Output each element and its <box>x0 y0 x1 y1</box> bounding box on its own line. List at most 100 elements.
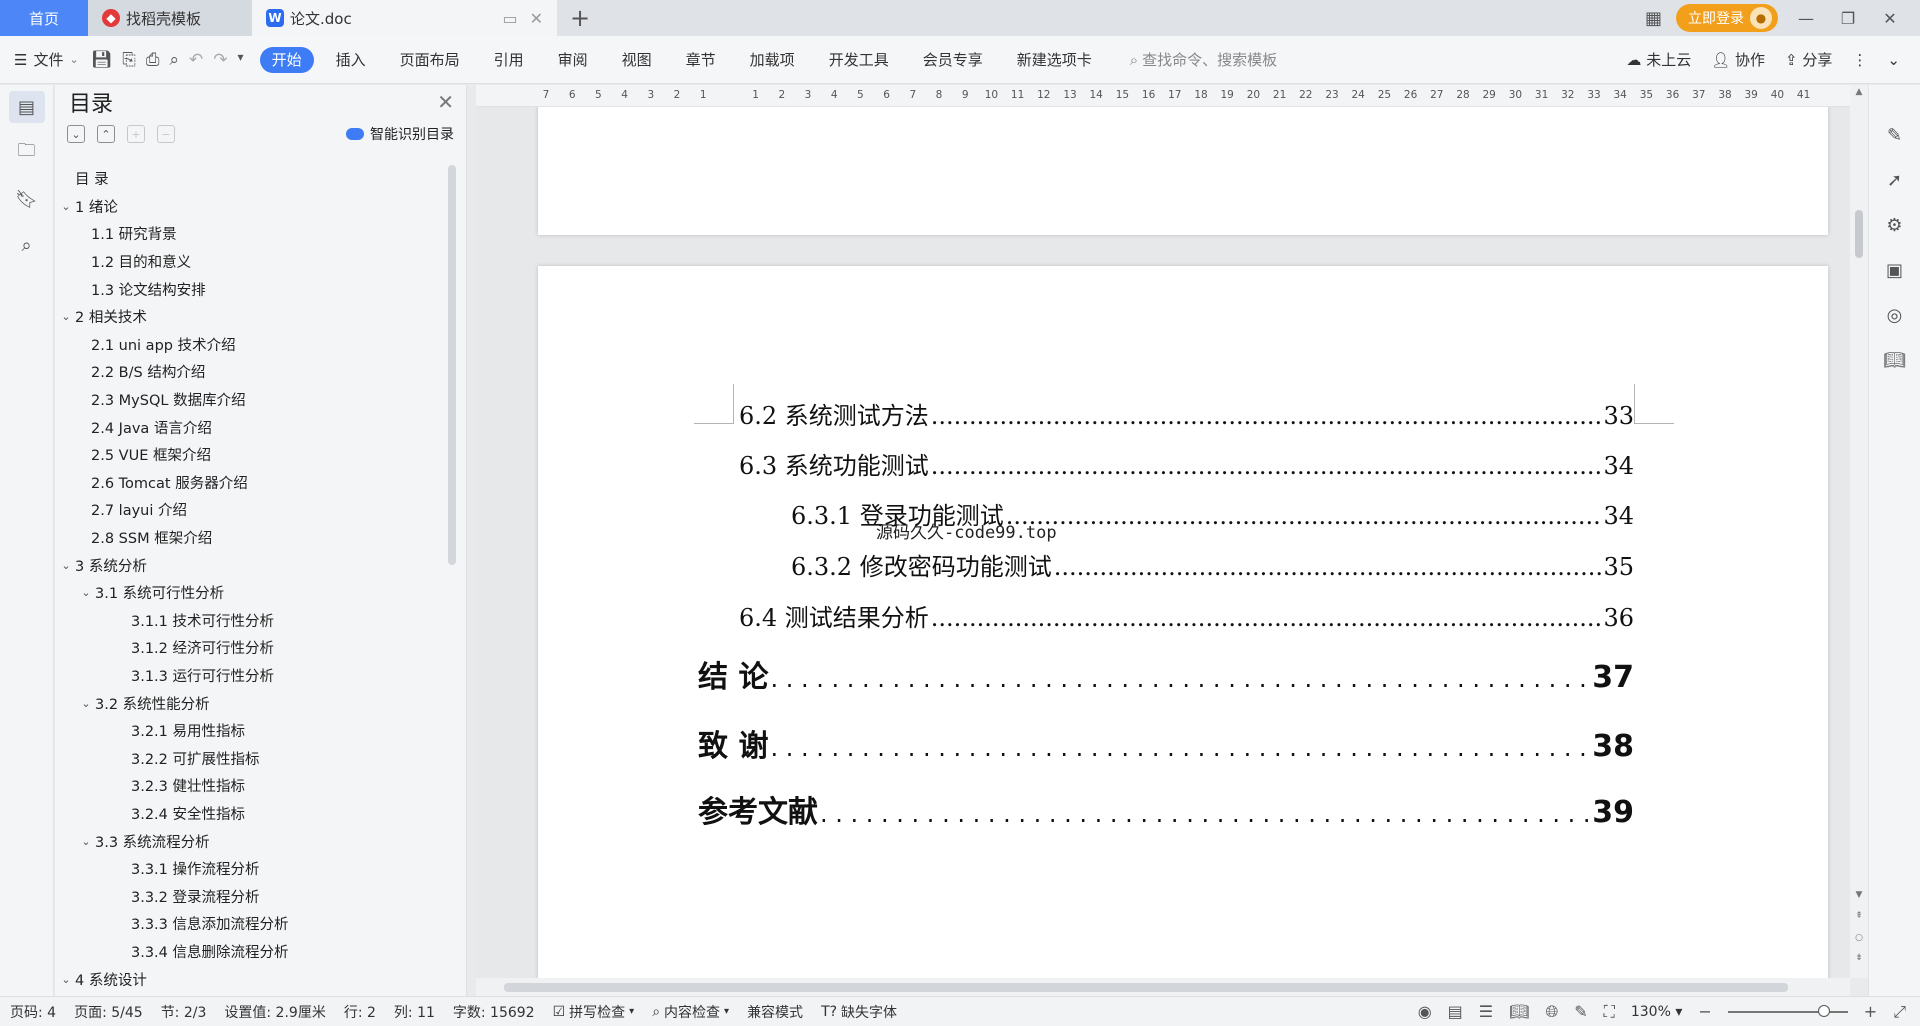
close-window-icon[interactable]: ✕ <box>1876 9 1904 28</box>
reading-view-icon[interactable]: 📖︎ <box>1509 1002 1529 1021</box>
toc-item[interactable]: ⌄ 3.1 系统可行性分析 <box>55 579 450 607</box>
toc-item[interactable]: ⌄ 4 系统设计 <box>55 965 450 993</box>
undo-icon[interactable]: ↶ <box>189 50 203 70</box>
toc-item[interactable]: 3.3.2 登录流程分析 <box>55 882 450 910</box>
toc-section-entry[interactable]: 6.3.1 登录功能测试 34 <box>791 496 1634 530</box>
expand-all-icon[interactable]: ⌄ <box>67 125 85 143</box>
toc-item[interactable]: ⌄ 3 系统分析 <box>55 551 450 579</box>
document-page-current[interactable]: 源码久久-code99.top 6.2 系统测试方法336.3 系统功能测试34… <box>538 266 1828 978</box>
zoom-out-icon[interactable]: − <box>1698 1002 1711 1021</box>
fit-page-icon[interactable]: ⛶ <box>1604 1002 1615 1022</box>
ribbon-tab[interactable]: 审阅 <box>546 47 600 73</box>
float-window-icon[interactable]: ▭ <box>502 9 517 28</box>
chevron-down-icon[interactable]: ⌄ <box>57 973 75 986</box>
toc-section-entry[interactable]: 6.3.2 修改密码功能测试 35 <box>791 547 1634 581</box>
new-tab-button[interactable]: + <box>557 0 603 36</box>
toc-item[interactable]: 3.1.1 技术可行性分析 <box>55 607 450 635</box>
content-check-button[interactable]: ⌕ 内容检查 ▾ <box>652 1002 729 1022</box>
restore-icon[interactable]: ❐ <box>1834 9 1862 28</box>
export-pdf-icon[interactable]: ⎘ <box>122 50 136 70</box>
toc-item[interactable]: 1.2 目的和意义 <box>55 248 450 276</box>
zoom-slider[interactable] <box>1727 1004 1848 1017</box>
file-menu[interactable]: ☰ 文件 ⌄ <box>14 49 79 70</box>
toc-scrollbar[interactable] <box>448 165 456 565</box>
search-icon[interactable]: ⌕ <box>9 229 45 261</box>
ribbon-tab[interactable]: 页面布局 <box>388 47 472 73</box>
compat-mode-label[interactable]: 兼容模式 <box>747 1002 803 1022</box>
ribbon-tab[interactable]: 视图 <box>610 47 664 73</box>
toc-item[interactable]: 1.3 论文结构安排 <box>55 275 450 303</box>
fullscreen-icon[interactable]: ⤢ <box>1893 1002 1906 1022</box>
bookmark-icon[interactable]: 🔖︎ <box>9 183 45 215</box>
toc-section-entry[interactable]: 6.3 系统功能测试 34 <box>739 446 1634 480</box>
more-options-icon[interactable]: ⋮ <box>1852 51 1867 69</box>
toc-item[interactable]: 3.2.4 安全性指标 <box>55 800 450 828</box>
outline-view-icon[interactable]: ☰ <box>1479 1002 1493 1021</box>
toc-item[interactable]: 3.3.1 操作流程分析 <box>55 855 450 883</box>
cloud-status-button[interactable]: ☁ 未上云 <box>1626 49 1691 70</box>
toc-item[interactable]: 2.4 Java 语言介绍 <box>55 413 450 441</box>
ribbon-tab[interactable]: 会员专享 <box>911 47 995 73</box>
chapter-nav-icon[interactable]: 🗀︎ <box>9 137 45 169</box>
toc-item[interactable]: 3.1.3 运行可行性分析 <box>55 662 450 690</box>
customize-toolbar-icon[interactable]: ▾ <box>238 50 244 70</box>
write-mode-icon[interactable]: ✎ <box>1574 1002 1587 1021</box>
collaborate-button[interactable]: 👤︎ 协作 <box>1711 49 1765 70</box>
missing-font-button[interactable]: T? 缺失字体 <box>821 1002 897 1022</box>
toc-panel-icon[interactable]: ▤ <box>8 91 45 123</box>
share-button[interactable]: ⇪ 分享 <box>1785 49 1832 70</box>
toc-section-entry[interactable]: 6.4 测试结果分析 36 <box>739 598 1634 632</box>
ribbon-tab[interactable]: 章节 <box>674 47 728 73</box>
pen-icon[interactable]: ✎ <box>1887 125 1902 146</box>
horizontal-ruler[interactable]: 7 6 5 4 3 2 1 1 2 3 4 5 6 7 8 9 10 11 12 13 14 15 16 17 18 19 20 21… <box>476 85 1850 107</box>
horizontal-scrollbar[interactable] <box>476 978 1850 996</box>
ai-assistant-icon[interactable]: ◎ <box>1887 305 1903 326</box>
promote-level-icon[interactable]: + <box>127 125 145 143</box>
toc-item[interactable]: 2.6 Tomcat 服务器介绍 <box>55 469 450 497</box>
ribbon-tab[interactable]: 新建选项卡 <box>1005 47 1104 73</box>
ribbon-tab[interactable]: 开始 <box>259 46 314 73</box>
image-tools-icon[interactable]: ▣ <box>1886 260 1903 281</box>
save-icon[interactable]: 💾︎ <box>91 50 113 70</box>
status-page-number[interactable]: 页码: 4 <box>10 1002 56 1022</box>
scroll-thumb[interactable] <box>1855 210 1863 258</box>
toc-item[interactable]: 2.2 B/S 结构介绍 <box>55 358 450 386</box>
web-view-icon[interactable]: 🌐︎ <box>1545 1002 1558 1022</box>
document-canvas[interactable]: 源码久久-code99.top 6.2 系统测试方法336.3 系统功能测试34… <box>476 107 1850 978</box>
spell-check-button[interactable]: ☑ 拼写检查 ▾ <box>553 1002 635 1022</box>
zoom-slider-handle[interactable] <box>1817 1004 1830 1017</box>
status-word-count[interactable]: 字数: 15692 <box>453 1002 535 1022</box>
toc-item[interactable]: 3.2.1 易用性指标 <box>55 717 450 745</box>
print-preview-icon[interactable]: ⌕ <box>170 50 180 70</box>
smart-toc-button[interactable]: 智能识别目录 <box>346 124 454 144</box>
toc-chapter-entry[interactable]: 参考文献 39 <box>698 787 1634 831</box>
toc-item[interactable]: 3.3.3 信息添加流程分析 <box>55 910 450 938</box>
toc-item[interactable]: ⌄ 3.2 系统性能分析 <box>55 689 450 717</box>
toc-section-entry[interactable]: 6.2 系统测试方法 33 <box>739 396 1634 430</box>
ribbon-tab[interactable]: 加载项 <box>738 47 807 73</box>
vertical-scrollbar[interactable]: ▲ ▼ ⇞ ○ ⇟ <box>1850 85 1868 978</box>
close-icon[interactable]: ✕ <box>437 90 454 114</box>
toc-item[interactable]: ⌄ 2 相关技术 <box>55 303 450 331</box>
settings-slider-icon[interactable]: ⚙ <box>1886 215 1902 236</box>
apps-grid-icon[interactable]: ▦ <box>1645 8 1662 29</box>
redo-icon[interactable]: ↷ <box>213 50 227 70</box>
ribbon-tab[interactable]: 插入 <box>324 47 378 73</box>
toc-item[interactable]: 3.2.3 健壮性指标 <box>55 772 450 800</box>
tab-document[interactable]: W 论文.doc ▭ ✕ <box>252 0 557 36</box>
print-icon[interactable]: ⎙ <box>146 50 160 70</box>
toc-item[interactable]: 3.2.2 可扩展性指标 <box>55 744 450 772</box>
select-cursor-icon[interactable]: ➚ <box>1887 170 1902 191</box>
ribbon-tab[interactable]: 引用 <box>482 47 536 73</box>
chevron-down-icon[interactable]: ⌄ <box>57 310 75 323</box>
toc-item[interactable]: 2.5 VUE 框架介绍 <box>55 441 450 469</box>
tab-home[interactable]: 首页 <box>0 0 88 36</box>
zoom-in-icon[interactable]: + <box>1864 1002 1877 1021</box>
toc-item[interactable]: ⌄ 1 绪论 <box>55 193 450 221</box>
toc-item[interactable]: 2.1 uni app 技术介绍 <box>55 331 450 359</box>
toc-chapter-entry[interactable]: 致 谢 38 <box>698 721 1634 765</box>
scroll-thumb[interactable] <box>504 983 1788 992</box>
toc-item[interactable]: 2.7 layui 介绍 <box>55 496 450 524</box>
zoom-level-dropdown[interactable]: 130% ▾ <box>1631 1004 1683 1020</box>
toc-item[interactable]: 1.1 研究背景 <box>55 220 450 248</box>
